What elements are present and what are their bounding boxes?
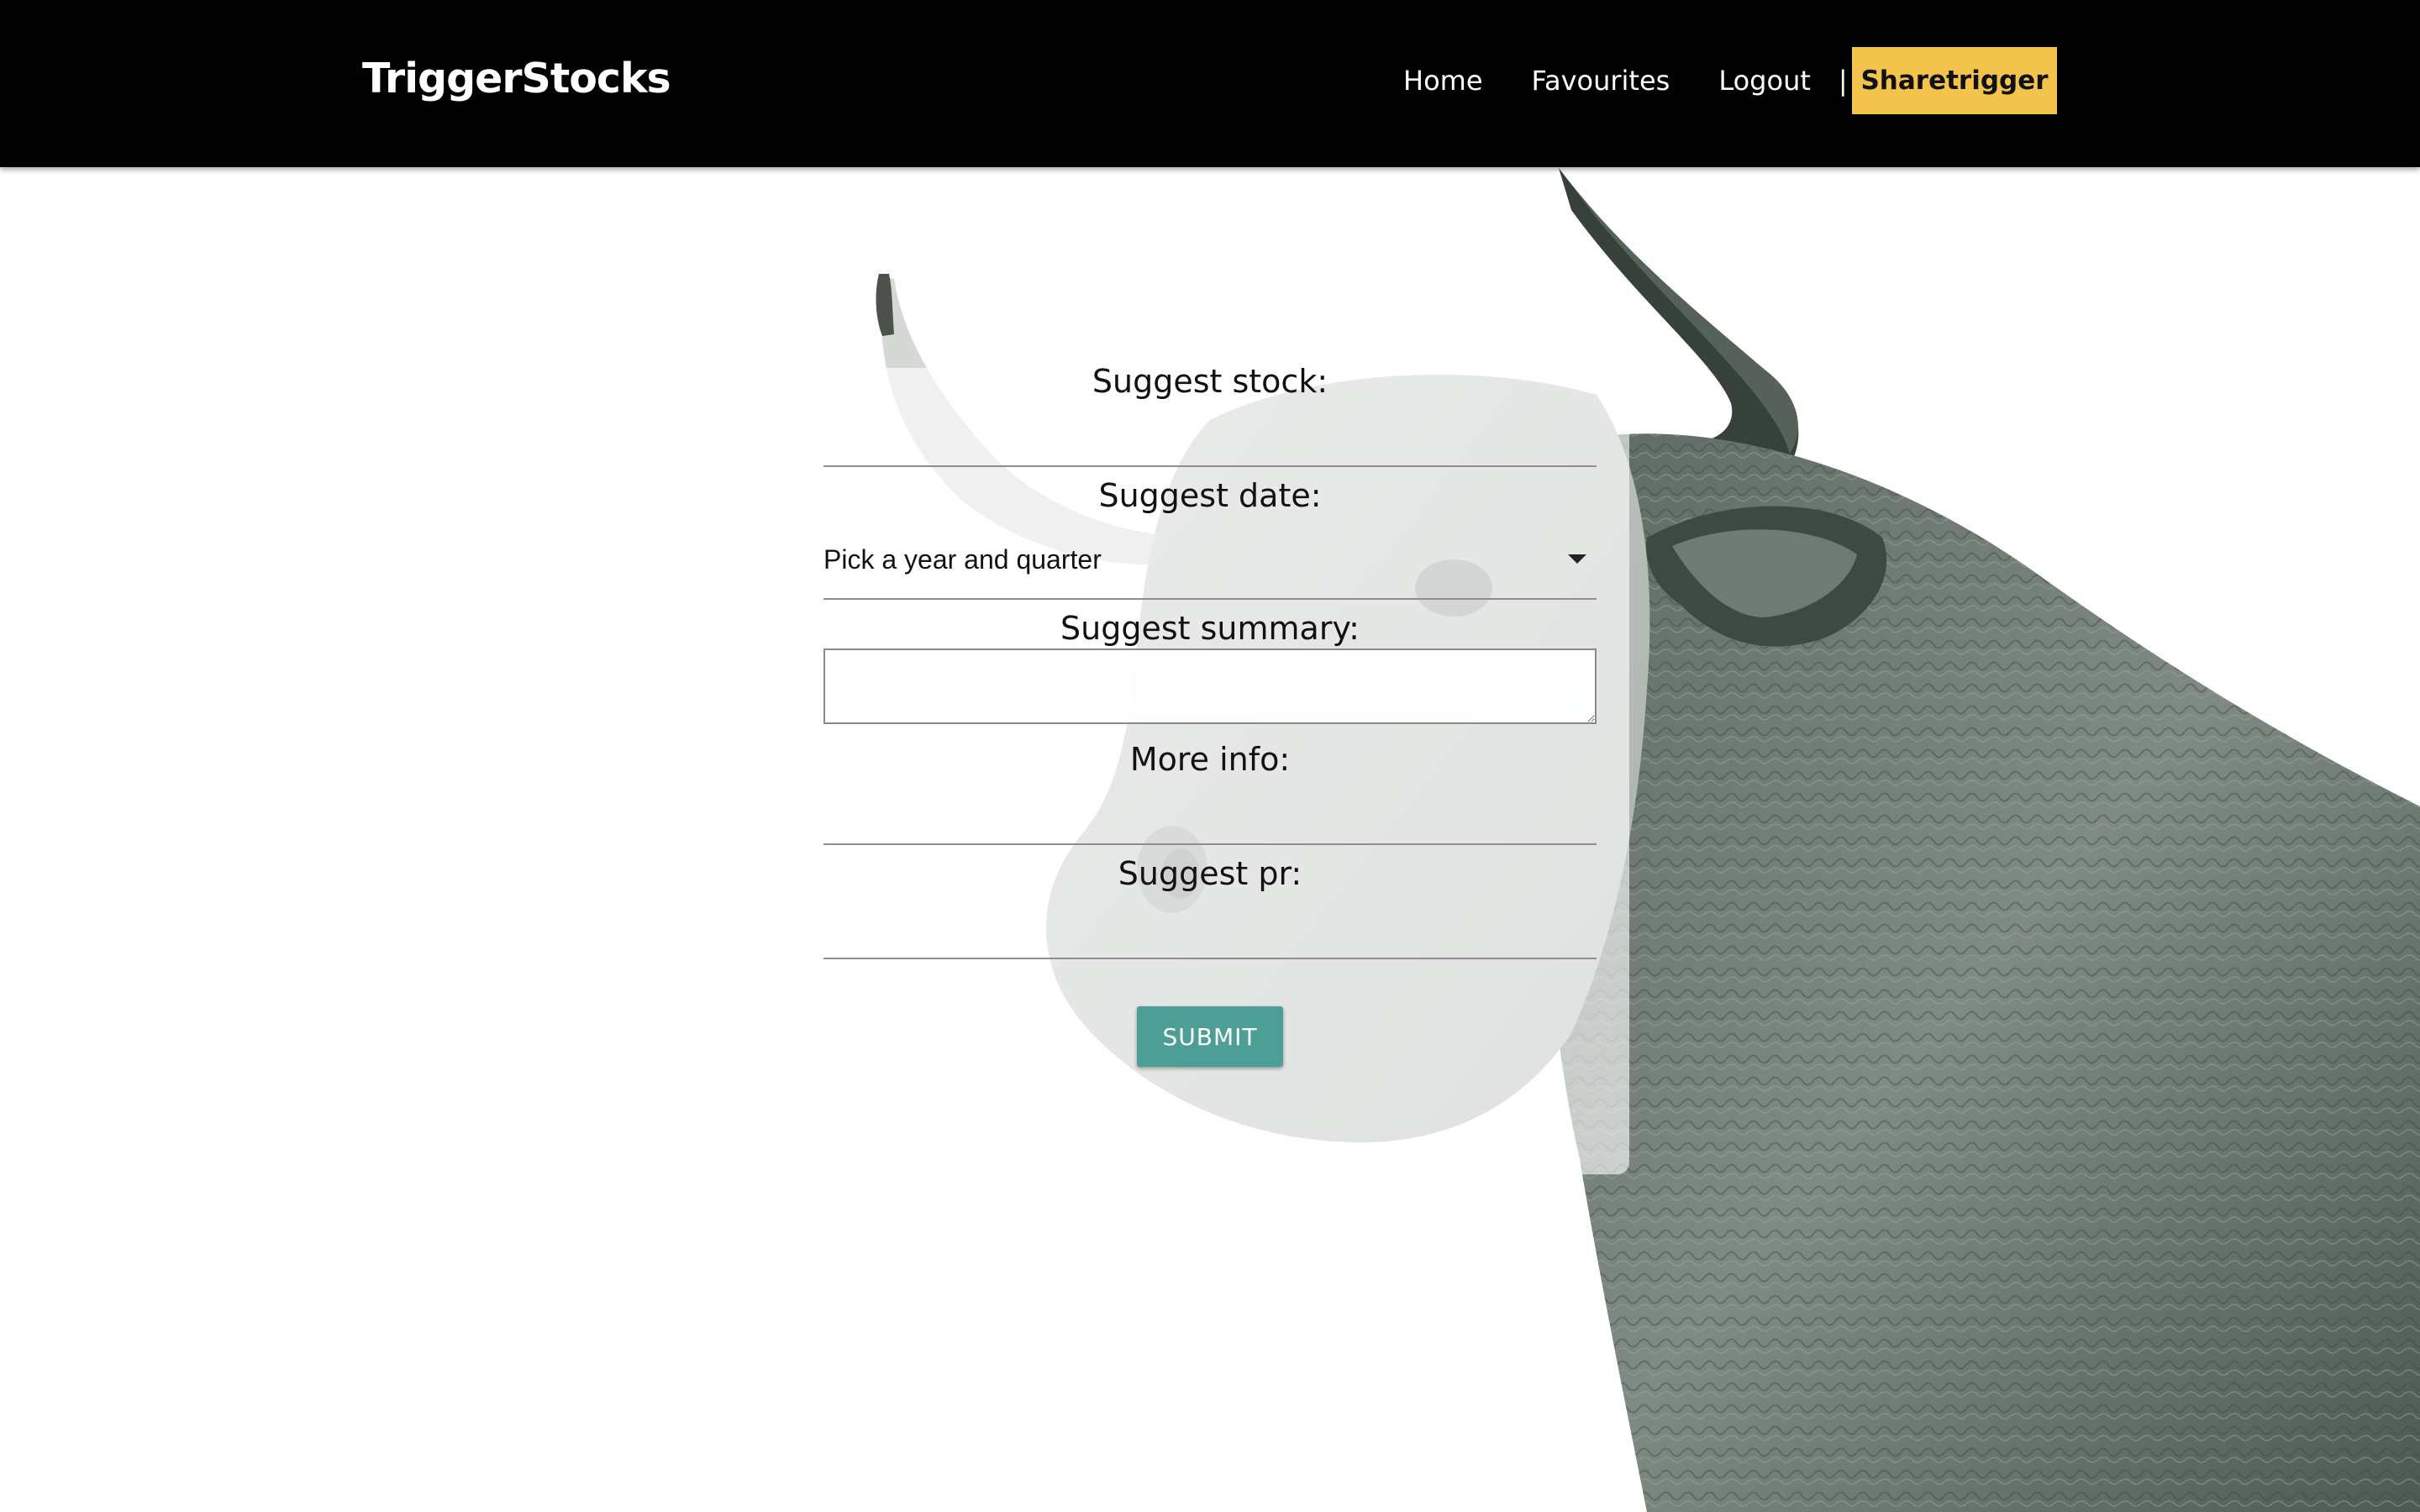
suggest-summary-textarea[interactable] bbox=[823, 648, 1597, 724]
nav-home-link[interactable]: Home bbox=[1403, 64, 1483, 97]
nav-links: Home Favourites Logout | bbox=[1378, 47, 1870, 114]
top-navbar: TriggerStocks Home Favourites Logout | S… bbox=[0, 0, 2420, 167]
suggest-date-label: Suggest date: bbox=[1098, 477, 1322, 514]
suggest-stock-form: Suggest stock: Suggest date: Pick a year… bbox=[823, 361, 1597, 1067]
suggest-stock-label: Suggest stock: bbox=[1092, 363, 1328, 400]
submit-button[interactable]: SUBMIT bbox=[1137, 1006, 1283, 1067]
more-info-input[interactable] bbox=[823, 780, 1597, 845]
suggest-date-selected-value: Pick a year and quarter bbox=[823, 544, 1102, 575]
suggest-stock-input[interactable] bbox=[823, 402, 1597, 467]
nav-logout-link[interactable]: Logout bbox=[1718, 64, 1811, 97]
suggest-date-select[interactable]: Pick a year and quarter bbox=[823, 516, 1597, 600]
sharetrigger-button[interactable]: Sharetrigger bbox=[1852, 47, 2057, 114]
suggest-pr-input[interactable] bbox=[823, 894, 1597, 959]
nav-separator: | bbox=[1838, 65, 1848, 97]
suggest-pr-label: Suggest pr: bbox=[1118, 855, 1302, 892]
suggest-summary-label: Suggest summary: bbox=[1060, 610, 1360, 647]
nav-favourites-link[interactable]: Favourites bbox=[1532, 64, 1670, 97]
dropdown-caret-icon bbox=[1568, 554, 1586, 564]
more-info-label: More info: bbox=[1129, 741, 1291, 778]
brand-logo[interactable]: TriggerStocks bbox=[362, 52, 671, 106]
